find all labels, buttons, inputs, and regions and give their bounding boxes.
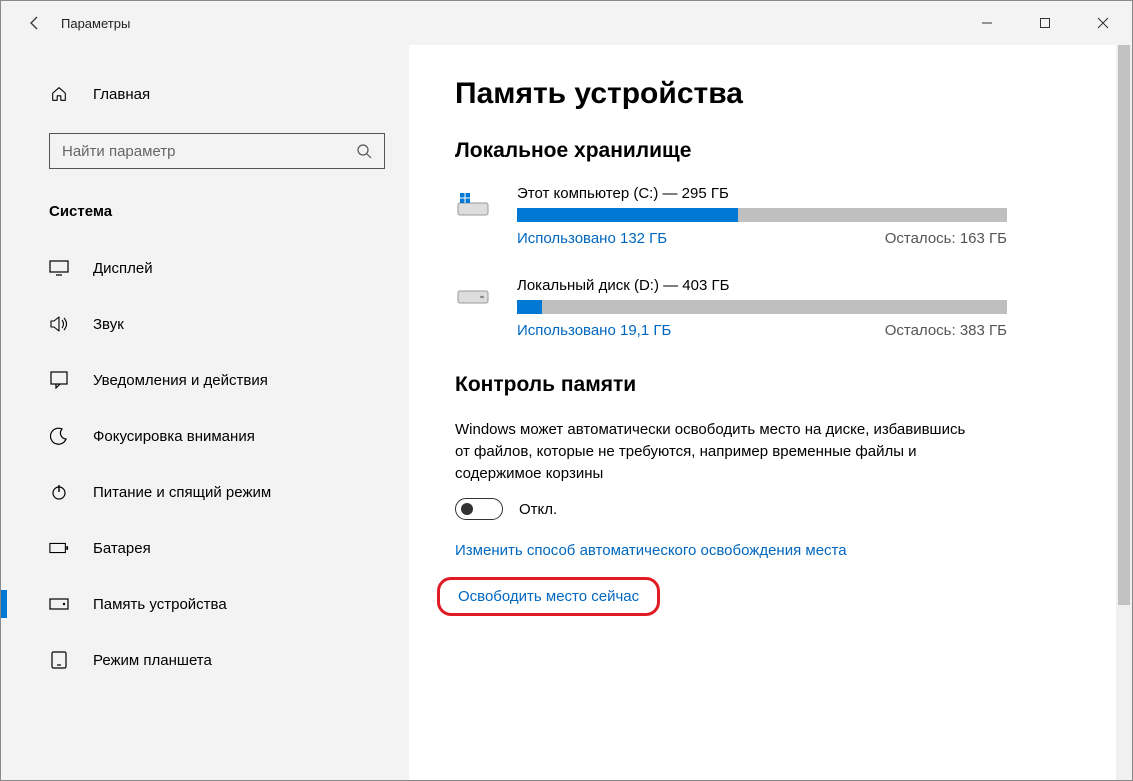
close-button[interactable] [1074,1,1132,45]
nav-label: Дисплей [93,260,153,277]
home-icon [49,85,69,103]
back-button[interactable] [13,1,57,45]
power-icon [49,483,69,501]
window-title: Параметры [57,16,130,31]
home-nav[interactable]: Главная [1,75,409,113]
nav-notifications[interactable]: Уведомления и действия [1,352,409,408]
tablet-icon [49,651,69,669]
drive-d-used[interactable]: Использовано 19,1 ГБ [517,322,671,339]
storage-sense-toggle[interactable] [455,498,503,520]
nav-tablet-mode[interactable]: Режим планшета [1,632,409,688]
search-placeholder: Найти параметр [62,143,176,160]
page-title: Память устройства [455,77,1086,111]
scrollbar-thumb[interactable] [1118,45,1130,605]
change-auto-free-link[interactable]: Изменить способ автоматического освобожд… [455,542,1086,559]
main-content: Память устройства Локальное хранилище Эт… [409,45,1132,780]
nav-storage[interactable]: Память устройства [1,576,409,632]
section-header: Система [1,189,409,234]
home-label: Главная [93,86,150,103]
sound-icon [49,315,69,333]
drive-d[interactable]: Локальный диск (D:) — 403 ГБ Использован… [455,277,1086,339]
nav-label: Режим планшета [93,652,212,669]
nav-focus-assist[interactable]: Фокусировка внимания [1,408,409,464]
local-storage-heading: Локальное хранилище [455,139,1086,163]
drive-c[interactable]: Этот компьютер (C:) — 295 ГБ Использован… [455,185,1086,247]
highlight-annotation: Освободить место сейчас [437,577,660,616]
nav-label: Батарея [93,540,151,557]
storage-sense-heading: Контроль памяти [455,373,1086,397]
nav-power[interactable]: Питание и спящий режим [1,464,409,520]
search-input[interactable]: Найти параметр [49,133,385,169]
maximize-button[interactable] [1016,1,1074,45]
nav-sound[interactable]: Звук [1,296,409,352]
nav-battery[interactable]: Батарея [1,520,409,576]
battery-icon [49,542,69,554]
notifications-icon [49,371,69,389]
nav-label: Звук [93,316,124,333]
nav-label: Память устройства [93,596,227,613]
storage-sense-desc: Windows может автоматически освободить м… [455,419,975,484]
drive-d-free: Осталось: 383 ГБ [885,322,1007,339]
drive-c-icon [455,187,491,223]
nav-label: Питание и спящий режим [93,484,271,501]
drive-d-icon [455,279,491,315]
free-space-now-link[interactable]: Освободить место сейчас [458,588,639,605]
storage-icon [49,598,69,610]
scrollbar[interactable] [1116,45,1132,780]
drive-d-bar [517,300,1007,314]
drive-c-title: Этот компьютер (C:) — 295 ГБ [517,185,1007,202]
drive-d-title: Локальный диск (D:) — 403 ГБ [517,277,1007,294]
minimize-button[interactable] [958,1,1016,45]
drive-c-bar [517,208,1007,222]
display-icon [49,260,69,276]
search-icon [356,143,372,159]
drive-c-free: Осталось: 163 ГБ [885,230,1007,247]
moon-icon [49,427,69,445]
sidebar: Главная Найти параметр Система Дисплей З… [1,45,409,780]
drive-c-used[interactable]: Использовано 132 ГБ [517,230,667,247]
nav-label: Уведомления и действия [93,372,268,389]
nav-display[interactable]: Дисплей [1,240,409,296]
nav-label: Фокусировка внимания [93,428,255,445]
toggle-label: Откл. [519,501,557,518]
